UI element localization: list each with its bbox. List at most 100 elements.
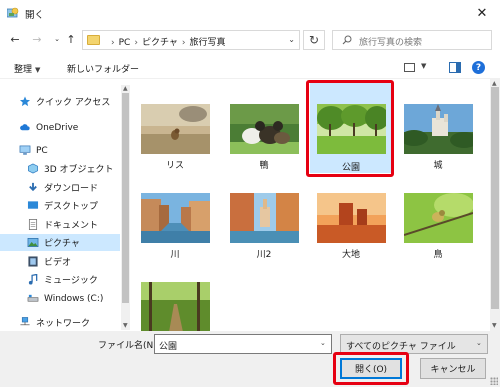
- computer-icon: [19, 145, 31, 155]
- address-bar[interactable]: › PC › ピクチャ › 旅行写真 ⌄: [82, 30, 300, 50]
- new-folder-button[interactable]: 新しいフォルダー: [67, 62, 139, 75]
- filename-dropdown-icon[interactable]: ⌄: [320, 339, 326, 347]
- sidebar-item-label: クイック アクセス: [36, 98, 111, 108]
- file-name: 公園: [341, 163, 360, 173]
- file-item-land[interactable]: 大地: [310, 185, 392, 263]
- sidebar-item-3d-objects[interactable]: 3D オブジェクト: [0, 160, 120, 177]
- file-name: 城: [433, 161, 443, 171]
- music-icon: [28, 274, 38, 285]
- file-item-castle[interactable]: 城: [397, 96, 479, 174]
- organize-dropdown-icon: ▼: [35, 66, 41, 74]
- file-name: 鳥: [433, 250, 443, 260]
- sidebar-item-label: ミュージック: [44, 276, 98, 286]
- drive-icon: [27, 294, 39, 302]
- file-name: 川: [170, 250, 180, 260]
- close-icon[interactable]: ✕: [464, 0, 500, 27]
- view-options-dropdown-icon[interactable]: ▼: [421, 62, 426, 70]
- file-item-river2[interactable]: 川2: [223, 185, 305, 263]
- sidebar-item-pictures[interactable]: ピクチャ: [0, 234, 120, 251]
- back-arrow-icon[interactable]: ←: [8, 32, 22, 46]
- sidebar-item-music[interactable]: ミュージック: [0, 271, 120, 288]
- document-icon: [28, 219, 38, 230]
- sidebar-item-desktop[interactable]: デスクトップ: [0, 197, 120, 214]
- download-icon: [29, 182, 37, 192]
- cloud-icon: [20, 124, 30, 131]
- file-item-duck[interactable]: 鴨: [223, 96, 305, 174]
- open-button[interactable]: 開く(O): [340, 358, 402, 379]
- forest-path-thumbnail: [141, 282, 210, 332]
- resize-grip-icon[interactable]: [490, 377, 498, 385]
- help-icon[interactable]: ?: [472, 61, 485, 74]
- video-icon: [28, 256, 38, 267]
- sidebar-item-onedrive[interactable]: OneDrive: [0, 119, 120, 136]
- sidebar-item-label: ビデオ: [44, 258, 72, 268]
- sidebar-item-label: OneDrive: [36, 122, 79, 133]
- sidebar-item-network[interactable]: ネットワーク: [0, 314, 120, 331]
- river2-thumbnail: [230, 193, 299, 243]
- file-item-park[interactable]: 公園: [310, 83, 392, 173]
- search-placeholder: 旅行写真の検索: [359, 38, 423, 48]
- network-icon: [20, 317, 30, 326]
- file-name: リス: [165, 161, 184, 171]
- sidebar-item-downloads[interactable]: ダウンロード: [0, 179, 120, 196]
- file-item-squirrel[interactable]: リス: [134, 96, 216, 174]
- sidebar-scroll-down-icon[interactable]: ▼: [123, 322, 128, 329]
- sidebar-scroll-up-icon[interactable]: ▲: [123, 85, 128, 92]
- refresh-button[interactable]: ↻: [303, 30, 325, 50]
- view-options-icon[interactable]: [404, 63, 415, 72]
- app-icon: [7, 7, 19, 18]
- sidebar-item-label: ダウンロード: [44, 184, 99, 194]
- file-list-scroll-down-icon[interactable]: ▼: [492, 322, 497, 329]
- title-bar: 開く ✕: [0, 0, 500, 27]
- recent-locations-chevron-icon[interactable]: ⌄: [50, 32, 64, 46]
- preview-pane-icon[interactable]: [449, 62, 461, 73]
- sidebar-item-label: 3D オブジェクト: [44, 165, 114, 175]
- cancel-button[interactable]: キャンセル: [420, 358, 486, 379]
- breadcrumb: › PC › ピクチャ › 旅行写真: [111, 38, 226, 48]
- navigation-bar: ← → ⌄ ↑ › PC › ピクチャ › 旅行写真 ⌄ ↻ 旅行写真の検索: [0, 27, 500, 52]
- file-item-river[interactable]: 川: [134, 185, 216, 263]
- folder-icon: [87, 35, 100, 45]
- sidebar-scrollbar-thumb[interactable]: [122, 93, 129, 303]
- command-bar: 整理 ▼ 新しいフォルダー ▼ ?: [0, 57, 500, 79]
- search-box[interactable]: 旅行写真の検索: [332, 30, 492, 50]
- up-arrow-icon[interactable]: ↑: [64, 32, 78, 46]
- river-thumbnail: [141, 193, 210, 243]
- breadcrumb-item-pc[interactable]: PC: [119, 38, 131, 48]
- file-list-scroll-up-icon[interactable]: ▲: [492, 80, 497, 87]
- sidebar-item-windows-c[interactable]: Windows (C:): [0, 290, 120, 307]
- filename-field[interactable]: 公園: [154, 334, 332, 354]
- search-icon: [342, 35, 352, 45]
- sidebar-item-videos[interactable]: ビデオ: [0, 253, 120, 270]
- organize-button[interactable]: 整理 ▼: [14, 62, 40, 75]
- sidebar-item-label: ネットワーク: [36, 319, 91, 329]
- address-dropdown-chevron-icon[interactable]: ⌄: [288, 35, 295, 44]
- filetype-dropdown-icon[interactable]: ⌄: [476, 339, 482, 347]
- filename-label: ファイル名(N):: [98, 341, 160, 351]
- refresh-icon: ↻: [308, 33, 320, 47]
- file-name: 鴨: [259, 161, 269, 171]
- sidebar-item-documents[interactable]: ドキュメント: [0, 216, 120, 233]
- organize-label: 整理: [14, 65, 33, 75]
- cube-icon: [28, 163, 38, 174]
- breadcrumb-item-pictures[interactable]: ピクチャ: [142, 38, 178, 48]
- file-name: 大地: [341, 250, 360, 260]
- filetype-select[interactable]: すべてのピクチャ ファイル: [340, 334, 488, 354]
- file-name: 川2: [256, 250, 272, 260]
- castle-thumbnail: [404, 104, 473, 154]
- breadcrumb-item-travel-photos[interactable]: 旅行写真: [189, 38, 225, 48]
- duck-thumbnail: [230, 104, 299, 154]
- sidebar-item-label: Windows (C:): [44, 293, 104, 304]
- sidebar-item-label: ピクチャ: [44, 239, 80, 249]
- forward-arrow-icon[interactable]: →: [30, 32, 44, 46]
- sidebar-item-label: PC: [36, 145, 48, 156]
- squirrel-thumbnail: [141, 104, 210, 154]
- file-item-bird[interactable]: 鳥: [397, 185, 479, 263]
- sidebar-item-quick-access[interactable]: クイック アクセス: [0, 93, 120, 110]
- star-icon: [19, 96, 31, 107]
- desktop-icon: [27, 201, 39, 209]
- file-list: リス 鴨 公園 城 川 川2 大地 鳥: [130, 79, 490, 332]
- land-thumbnail: [317, 193, 386, 243]
- file-list-scrollbar-thumb[interactable]: [491, 87, 499, 309]
- sidebar-item-pc[interactable]: PC: [0, 142, 120, 159]
